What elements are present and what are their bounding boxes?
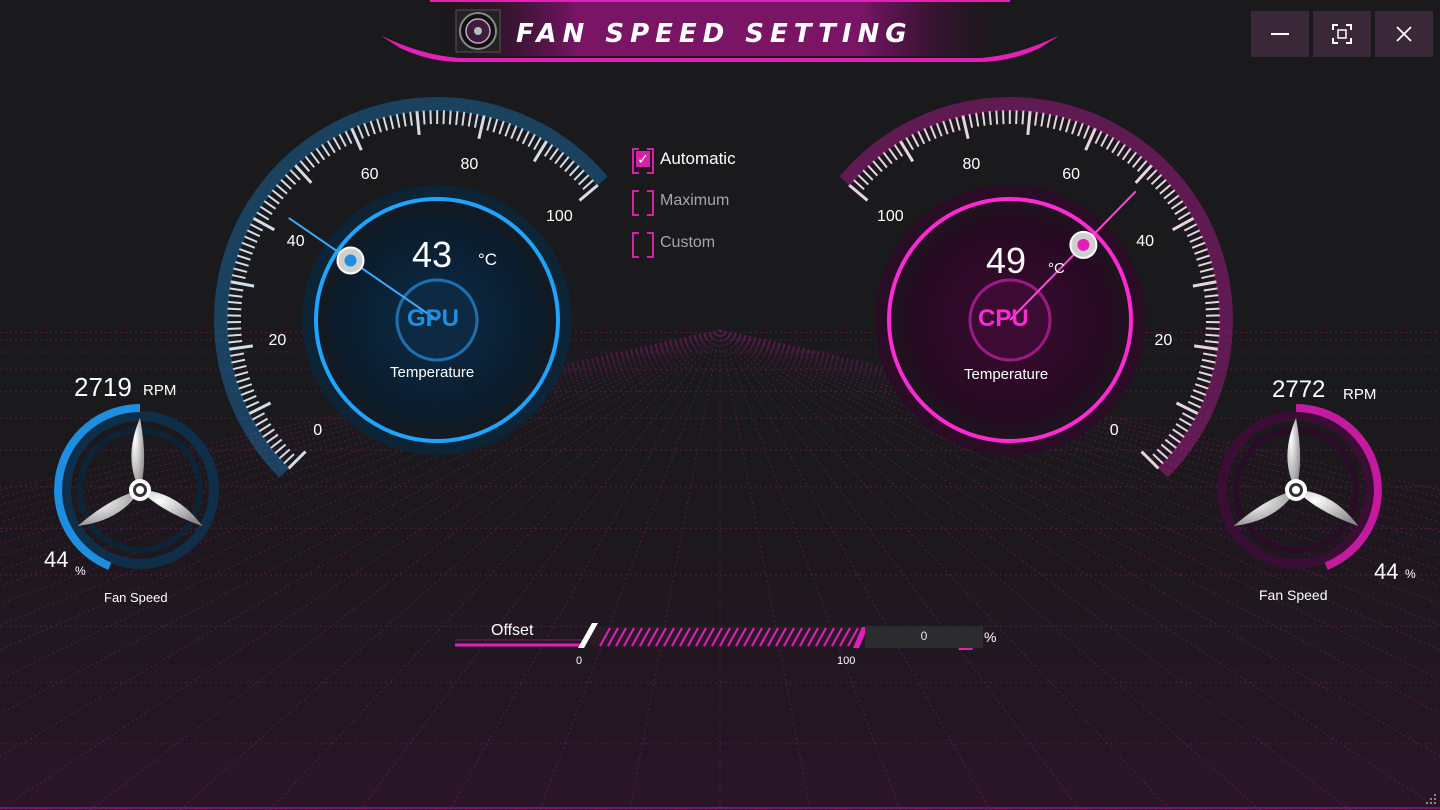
cpu-gauge-tick-100: 100 bbox=[876, 208, 904, 226]
gpu-gauge-tick-40: 40 bbox=[286, 233, 305, 251]
mode-custom-label: Custom bbox=[660, 234, 716, 251]
maximize-button[interactable] bbox=[1313, 11, 1371, 57]
gpu-gauge-tick-80: 80 bbox=[460, 156, 479, 174]
gpu-gauge-tick-100: 100 bbox=[546, 208, 573, 226]
offset-value-input[interactable]: 0 bbox=[865, 626, 983, 648]
mode-maximum[interactable]: Maximum bbox=[632, 190, 730, 216]
offset-label: Offset bbox=[491, 622, 534, 639]
offset-unit: % bbox=[984, 629, 997, 645]
fan-speed-window: Fan Speed Setting 0 20 40 60 80 100 43 °C GPU… bbox=[0, 0, 1440, 810]
cpu-fan-rpm-value: 2772 bbox=[1272, 376, 1326, 403]
gpu-label: GPU bbox=[407, 305, 460, 332]
mode-maximum-label: Maximum bbox=[660, 192, 730, 209]
gpu-gauge-tick-60: 60 bbox=[360, 165, 379, 183]
cpu-fan-speed-label: Fan Speed bbox=[1259, 587, 1328, 603]
mode-automatic[interactable]: ✓ Automatic bbox=[632, 148, 736, 174]
gpu-temperature-unit: °C bbox=[478, 250, 498, 269]
gpu-temperature-value: 43 bbox=[412, 234, 453, 275]
cpu-gauge-tick-20: 20 bbox=[1154, 331, 1173, 349]
cpu-temperature-unit: °C bbox=[1048, 260, 1065, 277]
offset-min-label: 0 bbox=[576, 655, 583, 667]
minimize-button[interactable] bbox=[1251, 11, 1309, 57]
gpu-fan-rpm-value: 2719 bbox=[74, 372, 132, 402]
gpu-gauge-tick-0: 0 bbox=[313, 421, 323, 439]
gpu-fan-speed-label: Fan Speed bbox=[104, 590, 168, 605]
cpu-fan-rpm-unit: RPM bbox=[1343, 386, 1377, 403]
cpu-temperature-value: 49 bbox=[986, 240, 1027, 281]
app-logo-icon bbox=[455, 9, 501, 53]
close-icon bbox=[1396, 26, 1412, 42]
close-button[interactable] bbox=[1375, 11, 1433, 57]
maximize-icon bbox=[1332, 24, 1352, 44]
gpu-fan-rpm-unit: RPM bbox=[143, 382, 177, 399]
offset-max-label: 100 bbox=[837, 655, 856, 667]
mode-custom[interactable]: Custom bbox=[632, 232, 716, 258]
cpu-gauge-tick-60: 60 bbox=[1062, 165, 1081, 183]
mode-automatic-label: Automatic bbox=[660, 149, 736, 168]
gpu-fan-percent-value: 44 bbox=[44, 547, 69, 572]
custom-checkbox[interactable] bbox=[632, 232, 654, 258]
cpu-fan-percent-value: 44 bbox=[1374, 559, 1399, 584]
gpu-gauge-tick-20: 20 bbox=[268, 331, 287, 349]
background-art bbox=[0, 0, 1440, 810]
minimize-icon bbox=[1271, 33, 1289, 35]
cpu-gauge-tick-80: 80 bbox=[962, 156, 981, 174]
checkmark-icon: ✓ bbox=[636, 151, 650, 167]
cpu-gauge-tick-40: 40 bbox=[1136, 233, 1154, 251]
cpu-temperature-label: Temperature bbox=[964, 366, 1049, 383]
cpu-gauge-tick-0: 0 bbox=[1109, 421, 1119, 439]
automatic-checkbox[interactable]: ✓ bbox=[632, 148, 654, 174]
maximum-checkbox[interactable] bbox=[632, 190, 654, 216]
gpu-fan-percent-unit: % bbox=[75, 564, 86, 578]
cpu-label: CPU bbox=[978, 305, 1029, 332]
window-title: Fan Speed Setting bbox=[516, 19, 913, 49]
gpu-temperature-label: Temperature bbox=[390, 364, 475, 381]
cpu-fan-percent-unit: % bbox=[1405, 567, 1416, 581]
